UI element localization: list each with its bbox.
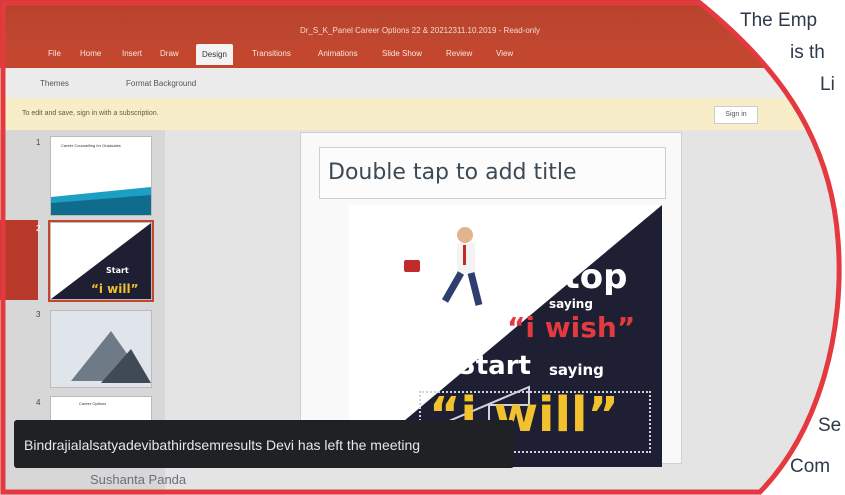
tab-slide-show[interactable]: Slide Show — [382, 49, 422, 58]
caption-line-5: Com — [790, 456, 831, 477]
ribbon-tabs: File Home Insert Draw Design Transitions… — [0, 44, 845, 68]
i-wish-text: “i wish” — [507, 311, 636, 344]
slide-thumbnail-1[interactable]: Career Counselling for Graduates — [50, 136, 152, 216]
svg-text:“i will”: “i will” — [91, 282, 139, 296]
briefcase-icon — [404, 260, 420, 272]
participant-name: Sushanta Panda — [90, 472, 187, 487]
thumb-number: 1 — [36, 138, 41, 147]
slide-thumbnail-3[interactable] — [50, 310, 152, 388]
toast-text: Bindrajialalsatyadevibathirdsemresults D… — [24, 437, 421, 453]
slide-thumbnail-2[interactable]: Start “i will” — [50, 222, 152, 300]
tab-home[interactable]: Home — [80, 49, 101, 58]
caption-line-4: Se — [818, 415, 842, 436]
title-placeholder-text: Double tap to add title — [328, 160, 577, 185]
stop-text: Stop — [539, 257, 628, 297]
tab-insert[interactable]: Insert — [122, 49, 142, 58]
current-slide: Double tap to add title Stop saying “i w… — [300, 132, 682, 464]
sign-in-button[interactable]: Sign in — [714, 106, 758, 124]
tab-design[interactable]: Design — [196, 44, 233, 65]
notice-text: To edit and save, sign in with a subscri… — [22, 110, 159, 117]
saying-text: saying — [549, 297, 593, 311]
tab-transitions[interactable]: Transitions — [252, 49, 291, 58]
saying-text-2: saying — [549, 361, 604, 379]
title-placeholder[interactable]: Double tap to add title — [319, 147, 666, 199]
caption-line-2: is th — [790, 42, 825, 63]
tab-draw[interactable]: Draw — [160, 49, 179, 58]
tab-file[interactable]: File — [48, 49, 61, 58]
meeting-notification-toast: Bindrajialalsatyadevibathirdsemresults D… — [14, 420, 514, 468]
tab-view[interactable]: View — [496, 49, 513, 58]
photo-of-screen: Dr_S_K_Panel Career Options 22 & 2021231… — [0, 0, 845, 495]
ribbon-commands: Themes Format Background — [0, 68, 845, 99]
tab-animations[interactable]: Animations — [318, 49, 358, 58]
thumb-title: Career Options — [79, 401, 107, 406]
tab-review[interactable]: Review — [446, 49, 472, 58]
document-title: Dr_S_K_Panel Career Options 22 & 2021231… — [300, 26, 541, 35]
title-bar: Dr_S_K_Panel Career Options 22 & 2021231… — [0, 0, 845, 44]
start-text: Start — [457, 351, 531, 381]
svg-text:Start: Start — [106, 266, 129, 275]
thumb-number: 4 — [36, 398, 41, 407]
format-background-button[interactable]: Format Background — [126, 79, 196, 88]
screenshot-frame: Dr_S_K_Panel Career Options 22 & 2021231… — [0, 0, 845, 495]
thumb-number: 3 — [36, 310, 41, 319]
thumb-number: 2 — [36, 224, 41, 233]
themes-button[interactable]: Themes — [40, 79, 69, 88]
caption-line-1: The Emp — [740, 10, 818, 31]
caption-line-3: Li — [820, 74, 835, 95]
